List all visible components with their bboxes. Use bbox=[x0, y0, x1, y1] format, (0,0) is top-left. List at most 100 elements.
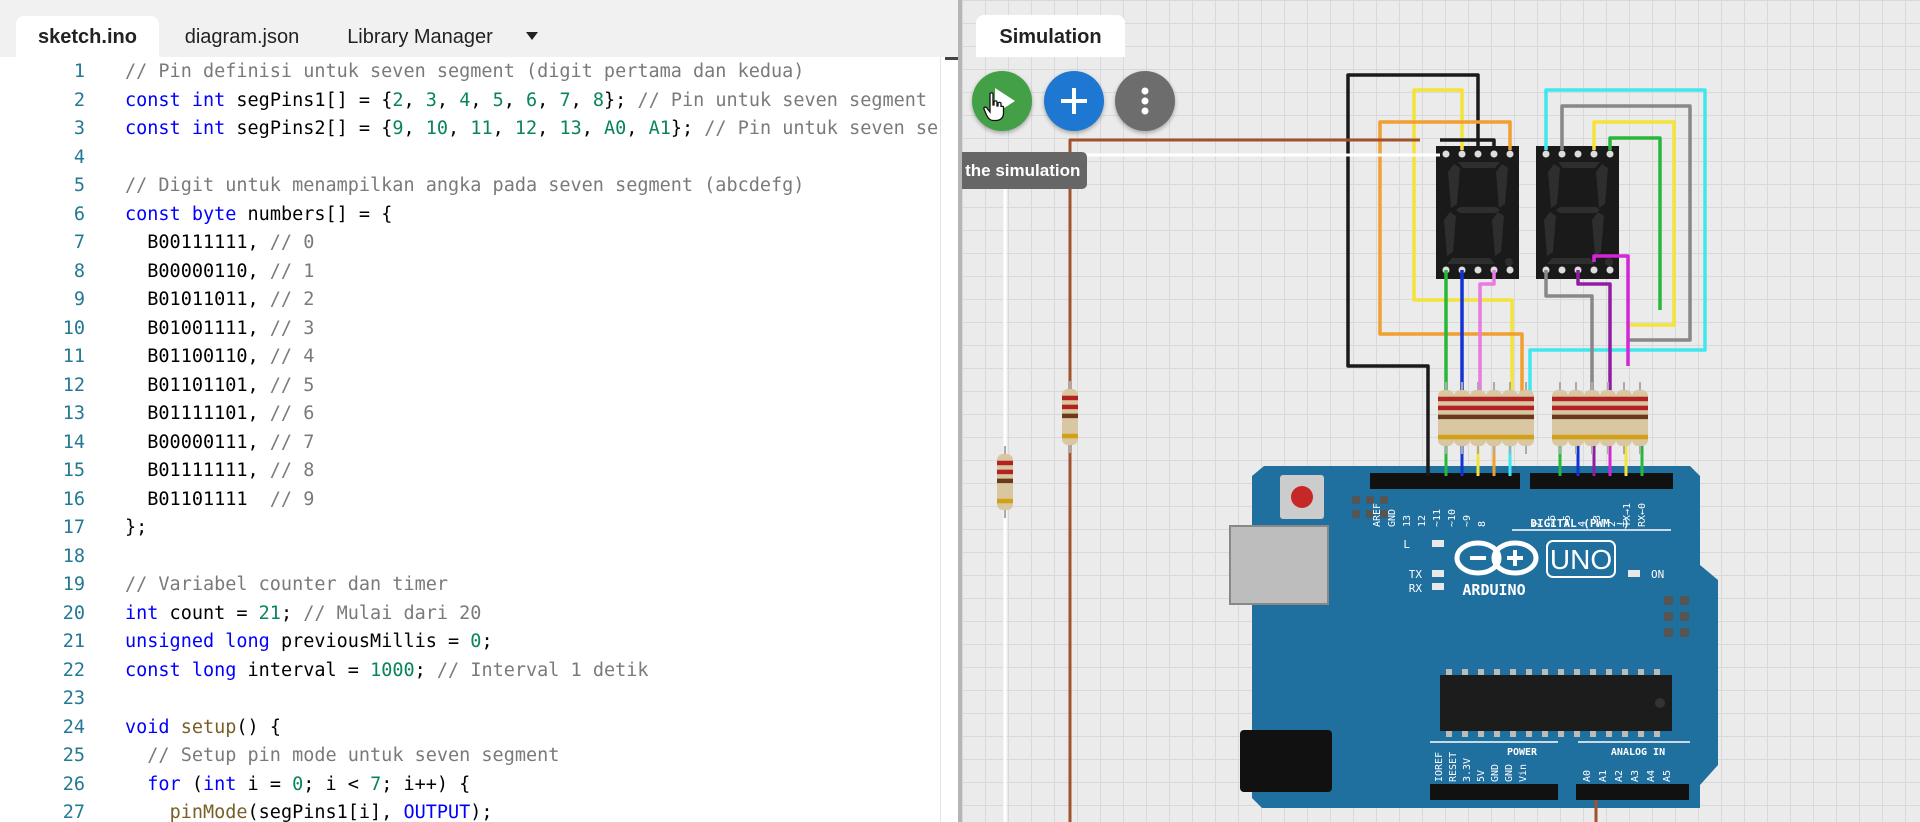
simulation-panel[interactable]: UNO ARDUINO ON L TX RX DIGITAL (PWM ~) P… bbox=[962, 0, 1920, 822]
line-text[interactable]: pinMode(segPins1[i], OUTPUT); bbox=[125, 799, 493, 822]
plus-icon bbox=[1061, 88, 1087, 114]
code-line[interactable]: 24 void setup() { bbox=[0, 714, 958, 743]
code-line[interactable]: 19 // Variabel counter dan timer bbox=[0, 571, 958, 600]
circuit-canvas[interactable]: UNO ARDUINO ON L TX RX DIGITAL (PWM ~) P… bbox=[962, 0, 1920, 822]
code-line[interactable]: 1 // Pin definisi untuk seven segment (di… bbox=[0, 58, 958, 87]
code-line[interactable]: 16 B01101111 // 9 bbox=[0, 486, 958, 515]
code-line[interactable]: 8 B00000110, // 1 bbox=[0, 258, 958, 287]
resistor[interactable] bbox=[1600, 382, 1616, 454]
analog-pin-label: A5 bbox=[1662, 770, 1673, 782]
resistor[interactable] bbox=[1568, 382, 1584, 454]
code-line[interactable]: 9 B01011011, // 2 bbox=[0, 286, 958, 315]
code-line[interactable]: 25 // Setup pin mode untuk seven segment bbox=[0, 742, 958, 771]
code-line[interactable]: 20 int count = 21; // Mulai dari 20 bbox=[0, 600, 958, 629]
seven-segment-display-2[interactable] bbox=[1536, 146, 1619, 279]
power-pin-label: 5V bbox=[1476, 770, 1487, 782]
resistor[interactable] bbox=[1438, 382, 1454, 454]
line-number: 17 bbox=[62, 517, 85, 538]
line-text[interactable]: B00000110, // 1 bbox=[125, 258, 314, 287]
code-line[interactable]: 15 B01111111, // 8 bbox=[0, 457, 958, 486]
line-number: 24 bbox=[62, 716, 85, 738]
line-text[interactable]: B01001111, // 3 bbox=[125, 315, 314, 344]
line-text[interactable]: B01101101, // 5 bbox=[125, 372, 314, 401]
resistor[interactable] bbox=[1486, 382, 1502, 454]
line-text[interactable]: B00000111, // 7 bbox=[125, 429, 314, 458]
code-line[interactable]: 11 B01100110, // 4 bbox=[0, 343, 958, 372]
editor-scrollbar[interactable] bbox=[945, 57, 958, 60]
line-text[interactable]: // Variabel counter dan timer bbox=[125, 571, 448, 600]
line-text[interactable]: const int segPins2[] = {9, 10, 11, 12, 1… bbox=[125, 115, 938, 144]
line-text[interactable]: void setup() { bbox=[125, 714, 281, 743]
resistor[interactable] bbox=[1062, 381, 1078, 453]
resistor[interactable] bbox=[1616, 382, 1632, 454]
code-line[interactable]: 14 B00000111, // 7 bbox=[0, 429, 958, 458]
code-line[interactable]: 4 bbox=[0, 144, 958, 173]
resistor[interactable] bbox=[1518, 382, 1534, 454]
code-line[interactable]: 13 B01111101, // 6 bbox=[0, 400, 958, 429]
line-text[interactable]: }; bbox=[125, 514, 147, 543]
digital-header-low bbox=[1530, 473, 1673, 489]
line-text[interactable]: B00111111, // 0 bbox=[125, 229, 314, 258]
line-text[interactable]: // Pin definisi untuk seven segment (dig… bbox=[125, 58, 804, 87]
line-number: 6 bbox=[73, 203, 85, 225]
resistor[interactable] bbox=[1502, 382, 1518, 454]
editor-tab-bar: sketch.ino diagram.json Library Manager bbox=[0, 0, 960, 57]
code-line[interactable]: 22 const long interval = 1000; // Interva… bbox=[0, 657, 958, 686]
editor-ruler bbox=[940, 57, 941, 822]
code-line[interactable]: 17}; bbox=[0, 514, 958, 543]
code-line[interactable]: 21 unsigned long previousMillis = 0; bbox=[0, 628, 958, 657]
code-line[interactable]: 3 const int segPins2[] = {9, 10, 11, 12, … bbox=[0, 115, 958, 144]
code-line[interactable]: 18 bbox=[0, 543, 958, 572]
line-text[interactable]: B01111101, // 6 bbox=[125, 400, 314, 429]
line-text[interactable]: unsigned long previousMillis = 0; bbox=[125, 628, 493, 657]
analog-pin-label: A1 bbox=[1598, 770, 1609, 782]
code-area[interactable]: 1 // Pin definisi untuk seven segment (di… bbox=[0, 57, 958, 822]
digital-pin-label: ~3 bbox=[1592, 515, 1603, 527]
code-line[interactable]: 10 B01001111, // 3 bbox=[0, 315, 958, 344]
resistor[interactable] bbox=[1632, 382, 1648, 454]
resistor[interactable] bbox=[1454, 382, 1470, 454]
power-pin-label: GND bbox=[1504, 764, 1515, 782]
resistor[interactable] bbox=[1552, 382, 1568, 454]
line-text[interactable]: const long interval = 1000; // Interval … bbox=[125, 657, 649, 686]
code-line[interactable]: 27 pinMode(segPins1[i], OUTPUT); bbox=[0, 799, 958, 822]
tab-simulation[interactable]: Simulation bbox=[976, 15, 1125, 57]
line-text[interactable]: const byte numbers[] = { bbox=[125, 201, 392, 230]
wire-gray-2[interactable] bbox=[1544, 270, 1594, 396]
code-line[interactable]: 12 B01101101, // 5 bbox=[0, 372, 958, 401]
line-text[interactable]: B01111111, // 8 bbox=[125, 457, 314, 486]
line-text[interactable]: // Setup pin mode untuk seven segment bbox=[125, 742, 559, 771]
tab-menu-dropdown-icon[interactable] bbox=[523, 30, 543, 46]
code-line[interactable]: 7 B00111111, // 0 bbox=[0, 229, 958, 258]
line-number: 16 bbox=[62, 488, 85, 510]
line-text[interactable]: B01100110, // 4 bbox=[125, 343, 314, 372]
code-line[interactable]: 26 for (int i = 0; i < 7; i++) { bbox=[0, 771, 958, 800]
seven-segment-display-1[interactable] bbox=[1436, 146, 1519, 279]
power-pin-label: GND bbox=[1490, 764, 1501, 782]
more-vert-icon bbox=[1141, 87, 1149, 115]
resistor[interactable] bbox=[997, 446, 1013, 518]
resistor[interactable] bbox=[1470, 382, 1486, 454]
line-text[interactable]: B01101111 // 9 bbox=[125, 486, 314, 515]
code-line[interactable]: 5 // Digit untuk menampilkan angka pada s… bbox=[0, 172, 958, 201]
code-line[interactable]: 23 bbox=[0, 685, 958, 714]
digital-pin-label: 12 bbox=[1417, 515, 1428, 527]
code-editor-panel[interactable]: sketch.ino diagram.json Library Manager … bbox=[0, 0, 960, 822]
line-text[interactable]: for (int i = 0; i < 7; i++) { bbox=[125, 771, 470, 800]
line-text[interactable]: const int segPins1[] = {2, 3, 4, 5, 6, 7… bbox=[125, 87, 927, 116]
tab-sketch-ino[interactable]: sketch.ino bbox=[16, 16, 159, 57]
tab-diagram-json[interactable]: diagram.json bbox=[168, 16, 316, 57]
more-options-button[interactable] bbox=[1115, 71, 1175, 131]
line-number: 8 bbox=[73, 260, 85, 282]
wire-purple[interactable] bbox=[1576, 270, 1612, 396]
resistor[interactable] bbox=[1584, 382, 1600, 454]
line-text[interactable]: int count = 21; // Mulai dari 20 bbox=[125, 600, 481, 629]
add-part-button[interactable] bbox=[1044, 71, 1104, 131]
code-line[interactable]: 2 const int segPins1[] = {2, 3, 4, 5, 6, … bbox=[0, 87, 958, 116]
line-number: 12 bbox=[62, 374, 85, 396]
line-text[interactable]: // Digit untuk menampilkan angka pada se… bbox=[125, 172, 804, 201]
code-line[interactable]: 6 const byte numbers[] = { bbox=[0, 201, 958, 230]
line-number: 7 bbox=[73, 232, 85, 253]
tab-library-manager[interactable]: Library Manager bbox=[330, 16, 510, 57]
line-text[interactable]: B01011011, // 2 bbox=[125, 286, 314, 315]
